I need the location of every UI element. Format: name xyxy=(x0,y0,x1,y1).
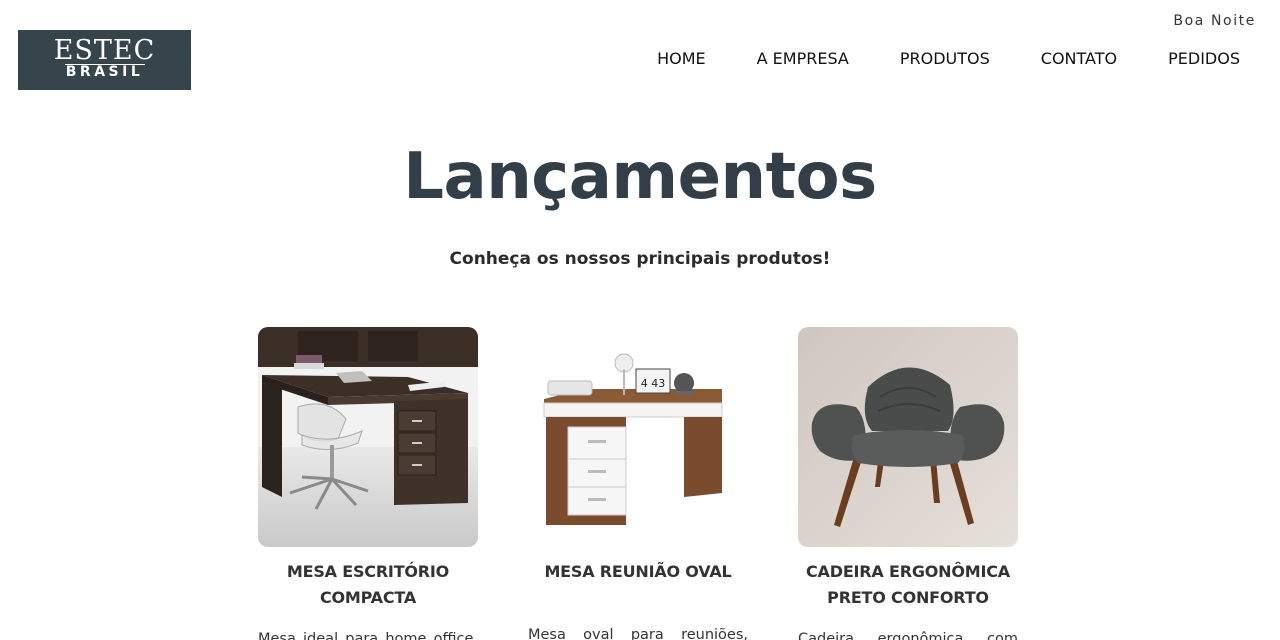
nav-produtos[interactable]: PRODUTOS xyxy=(900,49,990,71)
nav-home[interactable]: HOME xyxy=(657,49,706,71)
product-description: Cadeira ergonômica com xyxy=(798,631,1018,640)
product-card[interactable]: CADEIRA ERGONÔMICA PRETO CONFORTO Cadeir… xyxy=(798,327,1018,640)
product-name[interactable]: MESA ESCRITÓRIO COMPACTA xyxy=(258,559,478,611)
nav-contato[interactable]: CONTATO xyxy=(1041,49,1117,71)
page-title: Lançamentos xyxy=(403,140,877,214)
logo-line2: BRASIL xyxy=(64,64,145,80)
logo-line1: ESTEC xyxy=(53,35,156,66)
product-description: Mesa ideal para home office, xyxy=(258,631,478,640)
site-logo[interactable]: ESTEC BRASIL xyxy=(18,30,191,90)
greeting-text: Boa Noite xyxy=(1173,13,1256,29)
product-description: Mesa oval para reuniões, xyxy=(528,627,748,640)
nav-a-empresa[interactable]: A EMPRESA xyxy=(757,49,849,71)
product-name[interactable]: CADEIRA ERGONÔMICA PRETO CONFORTO xyxy=(798,559,1018,611)
meeting-desk-image[interactable]: 4 43 xyxy=(528,327,748,547)
product-name[interactable]: MESA REUNIÃO OVAL xyxy=(528,559,748,585)
armchair-image[interactable] xyxy=(798,327,1018,547)
clock-text: 4 43 xyxy=(641,377,666,390)
nav-pedidos[interactable]: PEDIDOS xyxy=(1168,49,1240,71)
office-desk-image[interactable] xyxy=(258,327,478,547)
product-card[interactable]: MESA ESCRITÓRIO COMPACTA Mesa ideal para… xyxy=(258,327,478,640)
main-nav: HOME A EMPRESA PRODUTOS CONTATO PEDIDOS xyxy=(657,49,1280,71)
product-card[interactable]: 4 43 MESA REUNIÃO OVAL Mesa oval para re… xyxy=(528,327,748,640)
page-subtitle: Conheça os nossos principais produtos! xyxy=(449,249,831,269)
